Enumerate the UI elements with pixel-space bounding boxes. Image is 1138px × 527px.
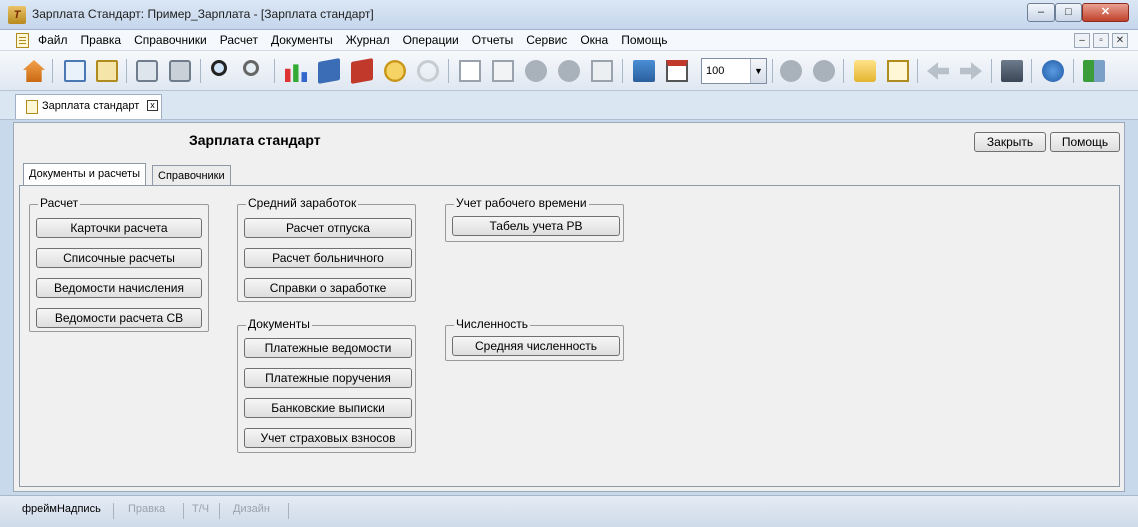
main-panel: Зарплата стандарт Закрыть Помощь Докумен… [13, 122, 1125, 492]
group-work-time: Учет рабочего времени Табель учета РВ [445, 196, 624, 242]
group-title: Численность [454, 317, 531, 331]
zoom-value: 100 [706, 65, 725, 77]
menu-bar: Файл Правка Справочники Расчет Документы… [0, 30, 1138, 51]
payment-orders-button[interactable]: Платежные поручения [244, 368, 412, 388]
delete-doc-icon[interactable] [588, 57, 616, 85]
group-raschet: Расчет Карточки расчета Списочные расчет… [29, 196, 209, 332]
menu-file[interactable]: Файл [38, 33, 68, 47]
group-title: Документы [246, 317, 312, 331]
chevron-down-icon[interactable]: ▼ [750, 59, 766, 83]
paste-icon[interactable] [93, 57, 121, 85]
document-tab-strip: Зарплата стандарт x [0, 91, 1138, 120]
arrow-right-icon[interactable] [957, 57, 985, 85]
menu-service[interactable]: Сервис [526, 33, 567, 47]
app-logo-icon: Т [8, 6, 26, 24]
mdi-restore-button[interactable]: ▫ [1093, 33, 1109, 48]
print-preview-icon[interactable] [133, 57, 161, 85]
search-icon[interactable] [208, 57, 236, 85]
menu-documents[interactable]: Документы [271, 33, 333, 47]
accrual-statements-button[interactable]: Ведомости начисления [36, 278, 202, 298]
close-button[interactable]: Закрыть [974, 132, 1046, 152]
average-headcount-button[interactable]: Средняя численность [452, 336, 620, 356]
timesheet-button[interactable]: Табель учета РВ [452, 216, 620, 236]
vacation-calculation-button[interactable]: Расчет отпуска [244, 218, 412, 238]
chart-icon[interactable] [282, 57, 310, 85]
window-title: Зарплата Стандарт: Пример_Зарплата - [За… [32, 7, 374, 21]
note-icon[interactable] [884, 57, 912, 85]
disabled-icon [414, 57, 442, 85]
zoom-select[interactable]: 100 ▼ [701, 58, 767, 84]
group-documents: Документы Платежные ведомости Платежные … [237, 317, 416, 453]
document-tab[interactable]: Зарплата стандарт x [15, 94, 162, 119]
window-title-bar: Т Зарплата Стандарт: Пример_Зарплата - [… [0, 0, 1138, 30]
copy-doc-icon[interactable] [489, 57, 517, 85]
group-title: Расчет [38, 196, 81, 210]
status-bar: фреймНадпись Правка Т/Ч Дизайн [0, 495, 1138, 527]
window-close-button[interactable]: ✕ [1082, 3, 1129, 22]
menu-references[interactable]: Справочники [134, 33, 207, 47]
forward-icon[interactable] [810, 57, 838, 85]
print-icon[interactable] [166, 57, 194, 85]
menu-operations[interactable]: Операции [403, 33, 459, 47]
bank-statements-button[interactable]: Банковские выписки [244, 398, 412, 418]
folder-icon[interactable] [851, 57, 879, 85]
menu-edit[interactable]: Правка [81, 33, 122, 47]
calendar-icon[interactable] [663, 57, 691, 85]
status-edit: Правка [128, 503, 184, 519]
menu-items: Файл Правка Справочники Расчет Документы… [38, 33, 681, 47]
status-frame-label: фреймНадпись [22, 503, 114, 519]
mdi-minimize-button[interactable]: – [1074, 33, 1090, 48]
book-icon[interactable] [315, 57, 343, 85]
search-next-icon[interactable] [240, 57, 268, 85]
close-icon[interactable]: x [147, 100, 158, 111]
menu-journal[interactable]: Журнал [346, 33, 390, 47]
coins-icon[interactable] [381, 57, 409, 85]
copy-icon[interactable] [61, 57, 89, 85]
network-icon[interactable] [998, 57, 1026, 85]
tabs-area: Документы и расчеты Справочники Расчет К… [19, 163, 1120, 487]
sv-statements-button[interactable]: Ведомости расчета СВ [36, 308, 202, 328]
sick-leave-calculation-button[interactable]: Расчет больничного [244, 248, 412, 268]
help-button[interactable]: Помощь [1050, 132, 1120, 152]
window-minimize-button[interactable]: – [1027, 3, 1055, 22]
document-tab-label: Зарплата стандарт [42, 100, 140, 112]
group-title: Средний заработок [246, 196, 359, 210]
tab-documents-calculations[interactable]: Документы и расчеты [23, 163, 146, 185]
minus-icon[interactable] [555, 57, 583, 85]
status-design: Дизайн [233, 503, 289, 519]
group-sredniy-zarabotok: Средний заработок Расчет отпуска Расчет … [237, 196, 416, 302]
home-icon[interactable] [20, 57, 48, 85]
document-icon [26, 100, 38, 114]
new-doc-icon[interactable] [456, 57, 484, 85]
exit-icon[interactable] [1080, 57, 1108, 85]
cards-calculation-button[interactable]: Карточки расчета [36, 218, 202, 238]
group-title: Учет рабочего времени [454, 196, 589, 210]
insurance-contributions-button[interactable]: Учет страховых взносов [244, 428, 412, 448]
tab-references[interactable]: Справочники [152, 165, 231, 186]
toolbar: 100 ▼ [0, 51, 1138, 91]
group-headcount: Численность Средняя численность [445, 317, 624, 361]
menu-calculation[interactable]: Расчет [220, 33, 258, 47]
status-tch: Т/Ч [192, 503, 220, 519]
menu-windows[interactable]: Окна [580, 33, 608, 47]
arrow-left-icon[interactable] [924, 57, 952, 85]
document-icon[interactable] [16, 33, 29, 48]
back-icon[interactable] [777, 57, 805, 85]
menu-reports[interactable]: Отчеты [472, 33, 513, 47]
earnings-certificates-button[interactable]: Справки о заработке [244, 278, 412, 298]
book-open-icon[interactable] [348, 57, 376, 85]
window-maximize-button[interactable]: □ [1055, 3, 1082, 22]
list-calculations-button[interactable]: Списочные расчеты [36, 248, 202, 268]
page-title: Зарплата стандарт [189, 132, 321, 148]
check-icon[interactable] [522, 57, 550, 85]
calculator-icon[interactable] [630, 57, 658, 85]
payment-statements-button[interactable]: Платежные ведомости [244, 338, 412, 358]
menu-help[interactable]: Помощь [621, 33, 667, 47]
tab-content: Расчет Карточки расчета Списочные расчет… [19, 185, 1120, 487]
help-icon[interactable] [1039, 57, 1067, 85]
mdi-close-button[interactable]: ✕ [1112, 33, 1128, 48]
